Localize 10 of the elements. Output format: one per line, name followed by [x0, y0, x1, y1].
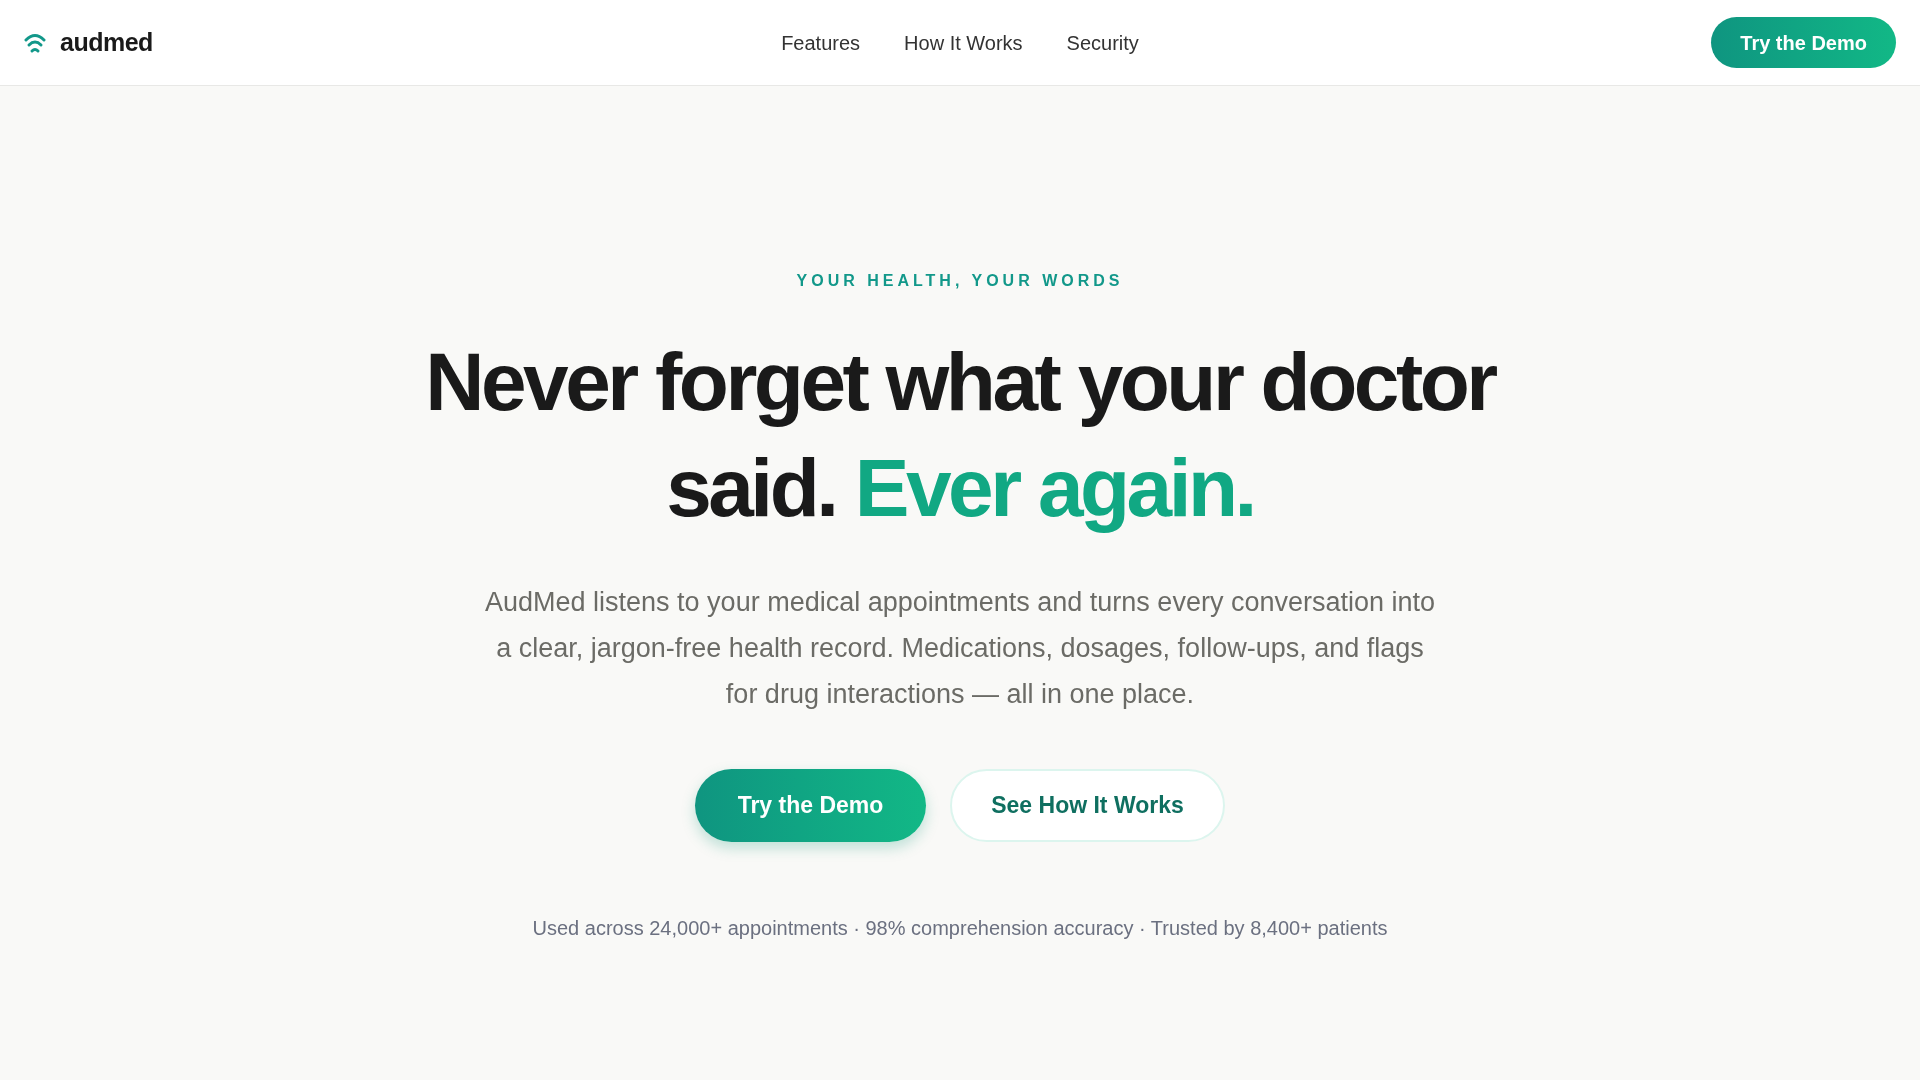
- stats-text: Used across 24,000+ appointments · 98% comprehension accuracy · Trusted by 8,400+ patients: [532, 916, 1388, 941]
- logo-icon: [24, 31, 46, 54]
- headline: Never forget what your doctor said. Ever again.: [424, 335, 1497, 535]
- hero-description: AudMed listens to your medical appointments and turns every conversation into a clear, jargon-free health record. Medications, dosages, follow-ups, and flags for drug interactions — all in one place.: [485, 586, 1435, 711]
- nav-link[interactable]: Features: [781, 27, 861, 58]
- see-how-it-works-button[interactable]: See How It Works: [950, 769, 1225, 842]
- eyebrow-text: YOUR HEALTH, YOUR WORDS: [796, 271, 1124, 291]
- brand-name: audmed: [60, 26, 153, 58]
- nav-link[interactable]: How It Works: [904, 27, 1023, 58]
- nav-link[interactable]: Security: [1066, 27, 1139, 58]
